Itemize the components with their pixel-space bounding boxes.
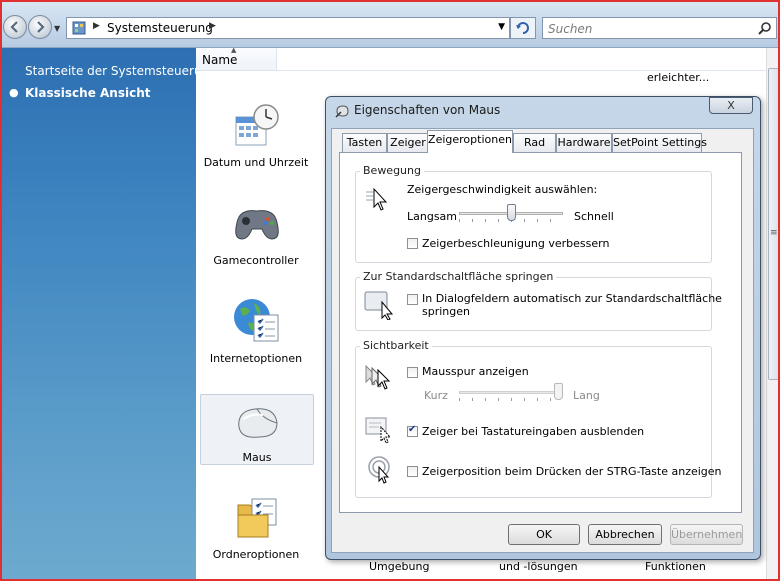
truncated-item-label[interactable]: Funktionen (645, 560, 706, 573)
refresh-icon (516, 22, 529, 34)
visibility-group: Sichtbarkeit Mausspur anzeigen Kurz Lang… (355, 339, 722, 498)
slow-label: Langsam (407, 210, 458, 223)
hide-pointer-icon (365, 417, 392, 444)
slider-thumb[interactable] (507, 204, 516, 221)
tab-tasten[interactable]: Tasten (342, 133, 387, 152)
hide-pointer-checkbox[interactable] (407, 424, 418, 437)
tab-rad[interactable]: Rad (513, 133, 556, 152)
trail-length-slider[interactable] (459, 383, 563, 403)
slider-thumb[interactable] (554, 383, 563, 400)
address-toolbar: ▼ ▶ Systemsteuerung ▶ ▼ Suchen (0, 0, 780, 48)
close-button[interactable]: X (709, 97, 753, 114)
pointer-speed-icon (366, 187, 388, 211)
name-column-label: Name (202, 53, 238, 67)
group-title: Bewegung (360, 164, 424, 177)
motion-group: Bewegung Zeigergeschwindigkeit auswählen… (355, 164, 712, 263)
tab-zeigeroptionen[interactable]: Zeigeroptionen (427, 130, 513, 153)
name-column-header[interactable]: ▲ Name (196, 46, 277, 71)
enhance-precision-label: Zeigerbeschleunigung verbessern (422, 237, 610, 250)
bullet-icon: ● (9, 86, 19, 99)
forward-button[interactable] (28, 15, 52, 39)
left-navigation-pane: Startseite der Systemsteuerung ● Klassis… (0, 48, 217, 581)
item-date-time[interactable]: Datum und Uhrzeit (200, 101, 312, 169)
item-label: Gamecontroller (213, 254, 299, 267)
ok-button[interactable]: OK (508, 524, 580, 545)
snap-to-default-checkbox[interactable] (407, 294, 418, 305)
snap-to-group: Zur Standardschaltfläche springen In Dia… (355, 270, 722, 331)
forward-arrow-icon (37, 21, 45, 33)
show-location-ctrl-checkbox[interactable] (407, 466, 418, 477)
control-panel-home-link[interactable]: Startseite der Systemsteuerung (25, 64, 217, 78)
globe-checklist-icon (234, 299, 279, 342)
item-folder-options[interactable]: Ordneroptionen (200, 493, 312, 561)
truncated-item-label[interactable]: Umgebung (369, 560, 429, 573)
pointer-speed-slider[interactable] (459, 204, 563, 224)
classic-view-link[interactable]: Klassische Ansicht (25, 86, 151, 100)
snap-to-button-icon (364, 291, 394, 320)
truncated-item-label[interactable]: und -lösungen (499, 560, 578, 573)
truncated-item-label[interactable]: erleichter... (647, 71, 709, 84)
speed-label: Zeigergeschwindigkeit auswählen: (407, 183, 598, 196)
search-icon[interactable] (758, 21, 772, 35)
breadcrumb-separator-icon[interactable]: ▶ (93, 21, 100, 31)
tab-hardware[interactable]: Hardware (556, 133, 612, 152)
item-label: Datum und Uhrzeit (203, 156, 309, 169)
item-label: Maus (242, 451, 272, 464)
item-game-controllers[interactable]: Gamecontroller (200, 199, 312, 267)
fast-label: Schnell (574, 210, 614, 223)
item-label: Internetoptionen (209, 352, 303, 365)
short-label: Kurz (424, 389, 448, 402)
enhance-precision-checkbox[interactable] (407, 238, 418, 249)
close-icon: X (727, 99, 735, 112)
pointer-trails-label: Mausspur anzeigen (422, 365, 529, 378)
snap-label-line2: springen (422, 305, 470, 318)
calendar-clock-icon (235, 104, 279, 146)
column-header-filler (276, 48, 768, 71)
gamepad-icon (235, 210, 279, 240)
snap-label-line1: In Dialogfeldern automatisch zur Standar… (422, 292, 722, 305)
folder-checklist-icon (237, 498, 277, 538)
search-placeholder: Suchen (548, 22, 593, 36)
back-arrow-icon (10, 21, 18, 33)
hide-pointer-label: Zeiger bei Tastatureingaben ausblenden (422, 425, 645, 438)
mouse-cursor-icon (335, 105, 349, 118)
item-mouse[interactable]: Maus (200, 394, 314, 465)
apply-button[interactable]: Übernehmen (670, 524, 743, 545)
back-button[interactable] (3, 15, 27, 39)
address-dropdown-icon[interactable]: ▼ (498, 22, 505, 32)
scrollbar-grip-icon: ≡ (770, 228, 778, 238)
show-location-icon (368, 456, 390, 484)
tab-page-pointer-options: Bewegung Zeigergeschwindigkeit auswählen… (339, 152, 742, 513)
tab-zeiger[interactable]: Zeiger (387, 133, 429, 152)
cancel-button[interactable]: Abbrechen (588, 524, 662, 545)
group-title: Zur Standardschaltfläche springen (360, 270, 557, 283)
vertical-scrollbar[interactable]: ≡ (766, 48, 780, 581)
search-input[interactable]: Suchen (542, 17, 777, 39)
show-location-label: Zeigerposition beim Drücken der STRG-Tas… (422, 465, 722, 478)
address-bar[interactable]: ▶ Systemsteuerung ▶ ▼ (66, 17, 510, 39)
dialog-title: Eigenschaften von Maus (354, 103, 501, 117)
group-title: Sichtbarkeit (360, 339, 432, 352)
item-label: Ordneroptionen (212, 548, 300, 561)
scrollbar-thumb[interactable] (768, 68, 780, 380)
pointer-trails-icon (365, 364, 391, 390)
recent-pages-dropdown-icon[interactable]: ▼ (54, 24, 60, 33)
slider-ticks (459, 398, 563, 401)
long-label: Lang (573, 389, 600, 402)
control-panel-icon (72, 21, 86, 35)
breadcrumb-systemsteuerung[interactable]: Systemsteuerung (107, 21, 213, 35)
refresh-button[interactable] (510, 17, 536, 39)
tab-setpoint-settings[interactable]: SetPoint Settings (612, 133, 707, 152)
mouse-properties-dialog: Eigenschaften von Maus X Tasten Zeiger Z… (325, 96, 761, 560)
item-internet-options[interactable]: Internetoptionen (200, 297, 312, 365)
breadcrumb-separator-icon[interactable]: ▶ (209, 21, 216, 31)
pointer-trails-checkbox[interactable] (407, 367, 418, 378)
slider-track (459, 391, 563, 394)
mouse-icon (238, 408, 278, 438)
